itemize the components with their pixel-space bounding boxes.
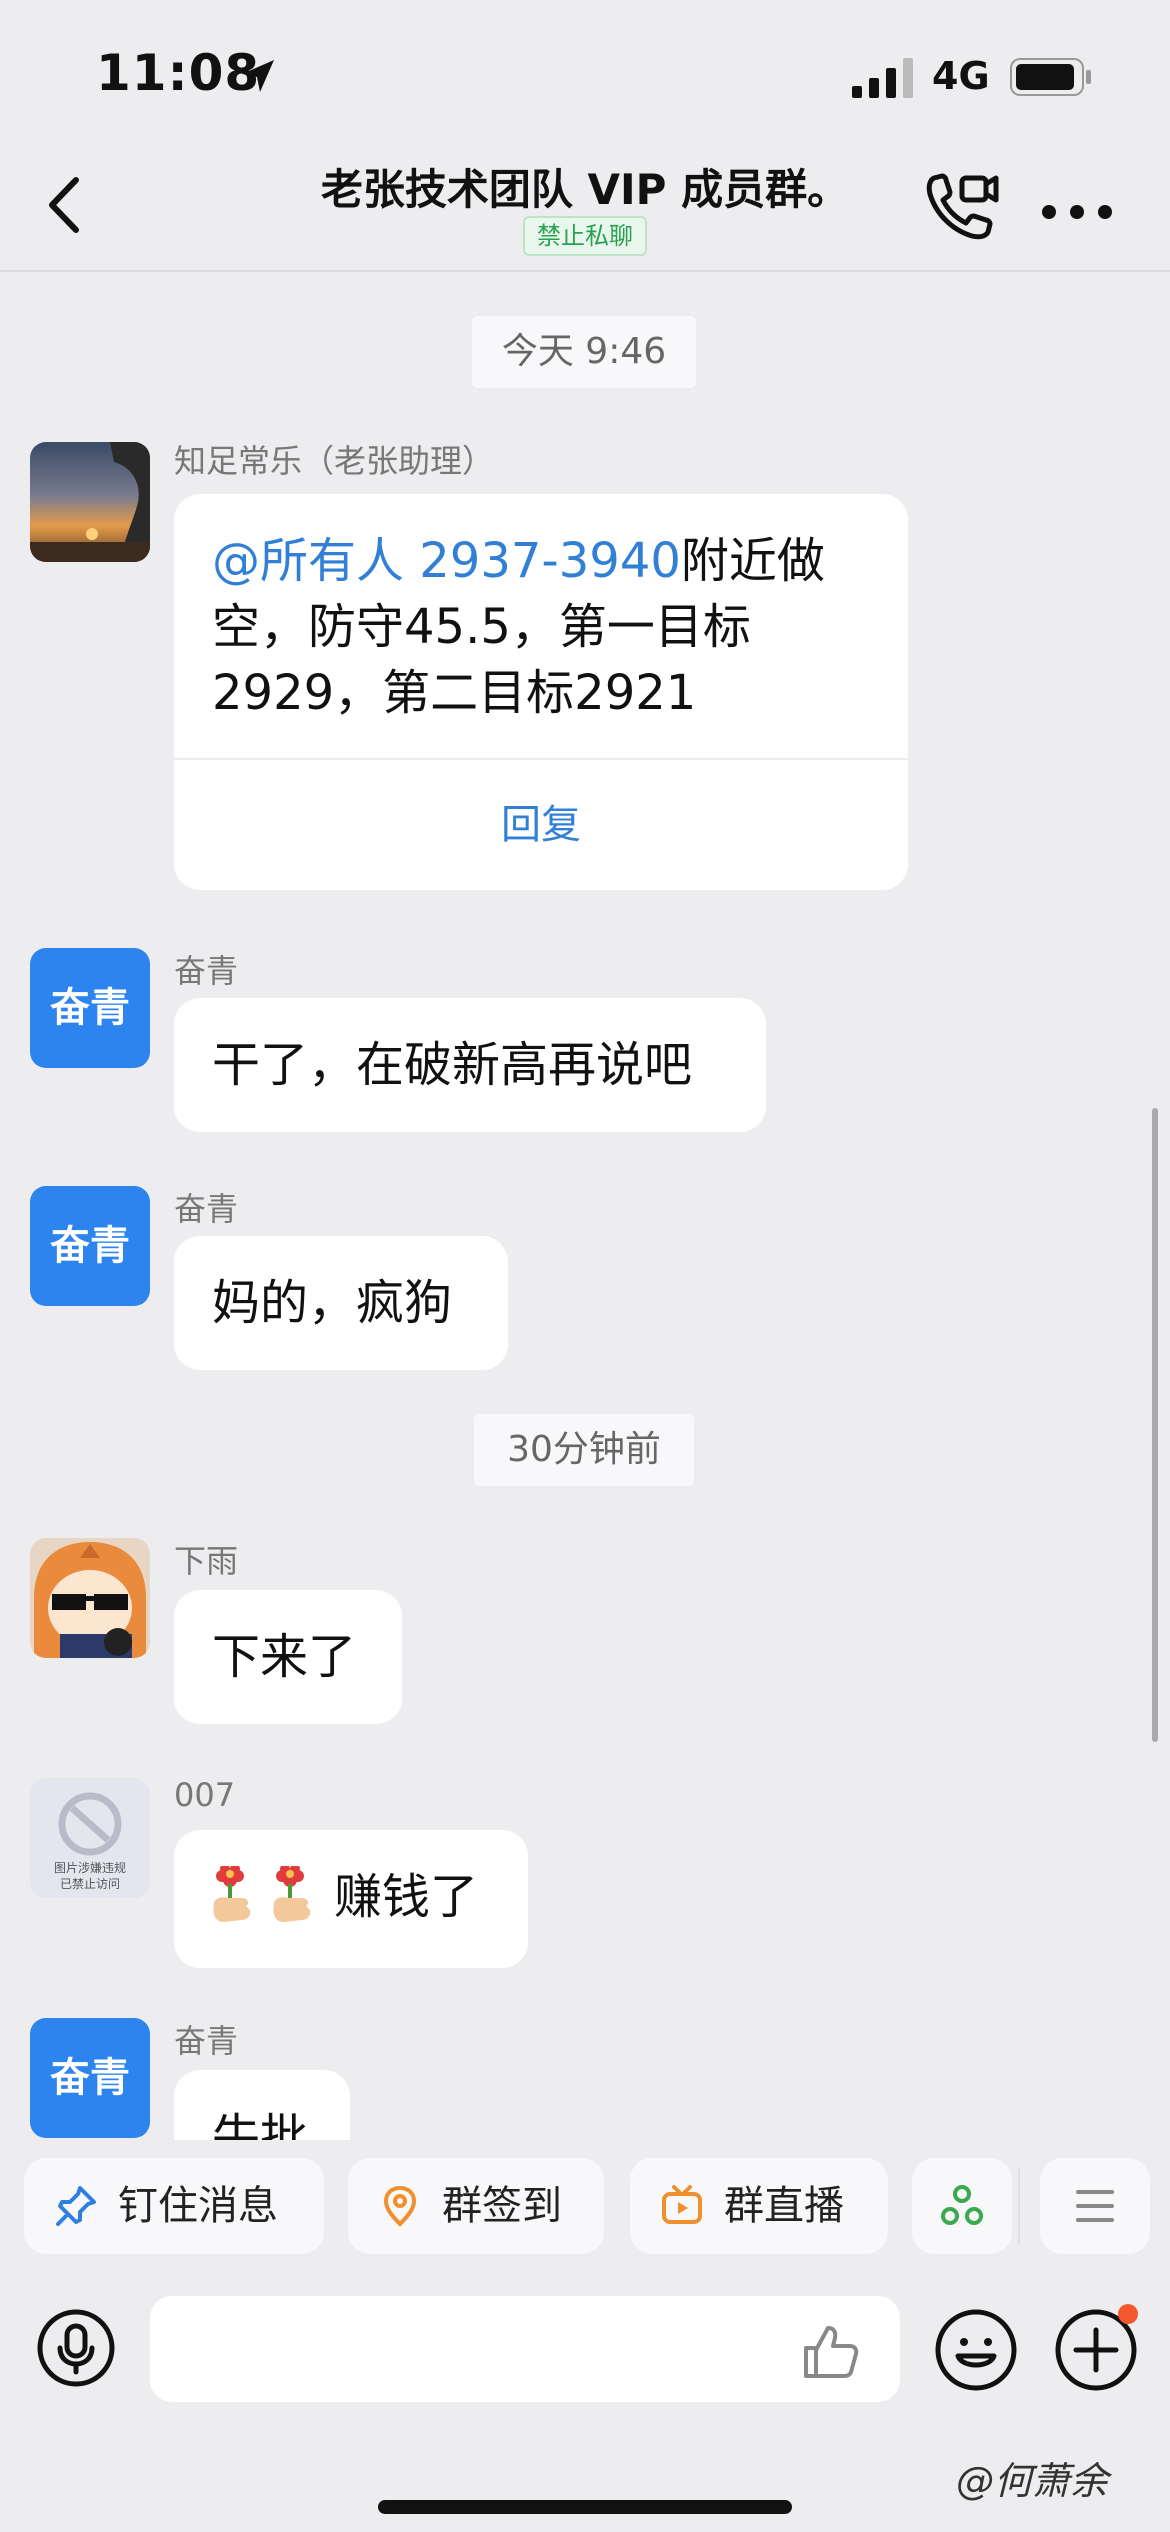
sender-name: 下雨 — [174, 1542, 239, 1580]
message-text: 干了，在破新高再说吧 — [212, 1037, 693, 1093]
chat-header: 老张技术团队 VIP 成员群。 禁止私聊 — [0, 130, 1170, 272]
avatar-text[interactable]: 奋青 — [30, 948, 150, 1068]
divider — [1018, 2168, 1020, 2244]
no-private-chat-badge: 禁止私聊 — [523, 216, 647, 256]
more-options-icon[interactable] — [1040, 202, 1114, 222]
message-text: 妈的，疯狗 — [212, 1275, 453, 1331]
avatar-anime[interactable] — [30, 1538, 150, 1658]
anime-sunglasses-image — [34, 1542, 146, 1658]
blocked-image-text: 图片涉嫌违规 已禁止访问 — [53, 1861, 126, 1891]
mention-all-link[interactable]: @所有人 — [212, 533, 419, 589]
tv-icon — [662, 2185, 702, 2224]
quick-actions-bar: 钉住消息 群签到 群直播 — [0, 2140, 1170, 2290]
sender-name: 奋青 — [174, 2022, 239, 2060]
status-bar: 11:08 4G — [0, 0, 1170, 150]
video-call-icon[interactable] — [924, 170, 1000, 240]
message-text: @所有人 2937-3940附近做 空，防守45.5，第一目标 2929，第二目… — [212, 533, 825, 721]
home-indicator[interactable] — [378, 2500, 792, 2514]
pin-message-button[interactable]: 钉住消息 — [24, 2158, 324, 2254]
sender-name: 知足常乐（老张助理） — [174, 442, 495, 480]
apps-icon — [941, 2185, 983, 2225]
network-type: 4G — [932, 54, 990, 98]
group-live-button[interactable]: 群直播 — [630, 2158, 888, 2254]
avatar-photo[interactable] — [30, 442, 150, 562]
text-continuation: 附近做 — [680, 533, 825, 589]
watermark: @何萧余 — [956, 2459, 1109, 2503]
pin-icon — [56, 2186, 96, 2226]
input-bar: @何萧余 — [0, 2290, 1170, 2532]
avatar-text[interactable]: 奋青 — [30, 1186, 150, 1306]
menu-button[interactable] — [1040, 2158, 1150, 2254]
thumbs-up-icon[interactable] — [800, 2322, 860, 2382]
emoji-icon[interactable] — [934, 2308, 1018, 2392]
message-bubble[interactable]: 赚钱了 — [174, 1830, 528, 1968]
message-bubble[interactable]: 妈的，疯狗 — [174, 1236, 508, 1370]
partial-message-area: 奋青 奋青 牛批 — [0, 2010, 1170, 2140]
sender-name: 奋青 — [174, 1190, 239, 1228]
avatar-text[interactable]: 奋青 — [30, 2018, 150, 2138]
signal-icon — [852, 58, 913, 98]
status-time: 11:08 — [96, 44, 261, 102]
sender-name: 奋青 — [174, 952, 239, 990]
message-bubble[interactable]: @所有人 2937-3940附近做 空，防守45.5，第一目标 2929，第二目… — [174, 494, 908, 890]
message-bubble[interactable]: 干了，在破新高再说吧 — [174, 998, 766, 1132]
flower-thumb-emoji-icon — [213, 1866, 251, 1922]
reply-button[interactable]: 回复 — [174, 760, 908, 890]
message-text: 牛批 — [212, 2109, 309, 2140]
avatar-blocked[interactable]: 图片涉嫌违规 已禁止访问 — [30, 1778, 150, 1898]
sunset-image — [30, 442, 150, 562]
message-bubble[interactable]: 牛批 — [174, 2070, 350, 2140]
timestamp-chip: 30分钟前 — [474, 1414, 694, 1486]
scrollbar[interactable] — [1152, 1108, 1158, 1742]
message-input[interactable] — [150, 2296, 900, 2402]
message-text: 赚钱了 — [334, 1869, 479, 1925]
battery-icon — [1010, 58, 1091, 96]
notification-dot — [1118, 2304, 1138, 2324]
voice-input-icon[interactable] — [36, 2308, 116, 2388]
flower-thumb-emoji-icon — [273, 1866, 311, 1922]
message-bubble[interactable]: 下来了 — [174, 1590, 402, 1724]
location-arrow-icon — [242, 60, 274, 92]
group-checkin-button[interactable]: 群签到 — [348, 2158, 604, 2254]
message-text: 下来了 — [212, 1629, 357, 1685]
location-icon — [383, 2185, 417, 2227]
timestamp-chip: 今天 9:46 — [472, 316, 696, 388]
menu-icon — [1076, 2190, 1114, 2222]
sender-name: 007 — [174, 1776, 236, 1814]
apps-button[interactable] — [912, 2158, 1012, 2254]
